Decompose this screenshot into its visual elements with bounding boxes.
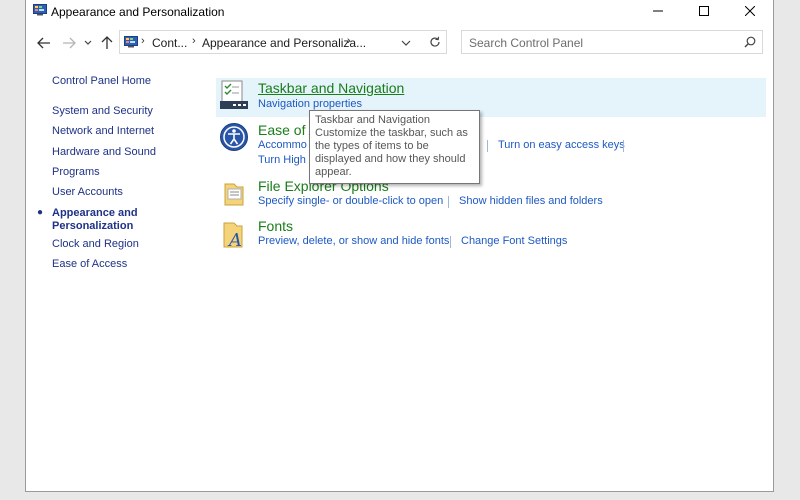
sidebar-item-hardware-and-sound[interactable]: Hardware and Sound: [52, 146, 156, 159]
back-button[interactable]: [34, 34, 54, 52]
task-link-turn-high-contrast[interactable]: Turn High: [258, 154, 306, 166]
recent-locations-button[interactable]: [81, 34, 95, 52]
maximize-button[interactable]: [681, 0, 727, 22]
back-arrow-icon: [37, 37, 50, 49]
ease-of-access-icon: [220, 123, 248, 151]
up-button[interactable]: [97, 34, 117, 52]
sidebar-item-appearance-line-2[interactable]: Personalization: [52, 220, 133, 233]
task-link-navigation-properties[interactable]: Navigation properties: [258, 98, 362, 110]
control-panel-home-link[interactable]: Control Panel Home: [52, 75, 151, 88]
sidebar-item-appearance-line-1[interactable]: Appearance and: [52, 207, 138, 220]
category-title[interactable]: Taskbar and Navigation: [258, 80, 404, 96]
task-link-show-hidden-files[interactable]: Show hidden files and folders: [459, 195, 603, 207]
task-separator: [448, 196, 449, 208]
maximize-icon: [699, 6, 709, 16]
task-link-single-or-double-click[interactable]: Specify single- or double-click to open: [258, 195, 443, 207]
category-title[interactable]: Fonts: [258, 218, 293, 234]
close-button[interactable]: [727, 0, 773, 22]
navigation-bar: › Cont... › Appearance and Personaliza..…: [26, 28, 773, 58]
task-separator: [623, 140, 624, 152]
control-panel-window: Appearance and Personalization › Cont...…: [25, 0, 774, 492]
minimize-icon: [653, 10, 663, 12]
tooltip-title: Taskbar and Navigation: [315, 114, 430, 126]
refresh-icon: [430, 36, 440, 47]
task-separator: [450, 236, 451, 248]
fonts-icon: A: [223, 222, 243, 250]
search-icon[interactable]: [744, 36, 756, 48]
sidebar-item-user-accounts[interactable]: User Accounts: [52, 186, 123, 199]
task-link-change-font-settings[interactable]: Change Font Settings: [461, 235, 567, 247]
task-link-preview-fonts[interactable]: Preview, delete, or show and hide fonts: [258, 235, 449, 247]
task-link-turn-on-easy-access-keys[interactable]: Turn on easy access keys: [498, 139, 625, 151]
title-bar: Appearance and Personalization: [26, 0, 773, 22]
search-placeholder: Search Control Panel: [469, 36, 584, 50]
sidebar-item-programs[interactable]: Programs: [52, 166, 100, 179]
breadcrumb-separator[interactable]: ›: [141, 35, 145, 47]
up-arrow-icon: [101, 36, 113, 49]
breadcrumb-appearance[interactable]: Appearance and Personaliza...: [202, 36, 366, 50]
task-separator: [487, 140, 488, 152]
sidebar-item-network-and-internet[interactable]: Network and Internet: [52, 125, 154, 138]
breadcrumb-separator[interactable]: ›: [347, 35, 351, 47]
control-panel-icon: [33, 4, 47, 16]
refresh-button[interactable]: [425, 32, 445, 52]
breadcrumb-control-panel[interactable]: Cont...: [152, 36, 187, 50]
tooltip: Taskbar and Navigation Customize the tas…: [309, 110, 480, 184]
forward-button[interactable]: [59, 34, 79, 52]
control-panel-icon: [124, 36, 138, 48]
current-page-bullet: ●: [37, 207, 44, 218]
close-icon: [745, 6, 755, 16]
sidebar-item-clock-and-region[interactable]: Clock and Region: [52, 238, 139, 251]
chevron-down-icon: [84, 40, 92, 45]
minimize-button[interactable]: [635, 0, 681, 22]
file-explorer-options-icon: [224, 183, 244, 206]
search-input[interactable]: Search Control Panel: [461, 30, 763, 54]
svg-text:A: A: [227, 230, 242, 250]
sidebar-item-system-and-security[interactable]: System and Security: [52, 105, 153, 118]
tooltip-body: Customize the taskbar, such as the types…: [315, 127, 468, 178]
chevron-down-icon: [401, 40, 411, 46]
address-bar[interactable]: › Cont... › Appearance and Personaliza..…: [119, 30, 447, 54]
address-dropdown-button[interactable]: [398, 35, 414, 51]
task-link-accommodate[interactable]: Accommo: [258, 139, 307, 151]
forward-arrow-icon: [63, 37, 76, 49]
taskbar-icon: [220, 80, 248, 109]
window-title: Appearance and Personalization: [51, 5, 225, 19]
breadcrumb-separator[interactable]: ›: [192, 35, 196, 47]
sidebar-item-ease-of-access[interactable]: Ease of Access: [52, 258, 127, 271]
